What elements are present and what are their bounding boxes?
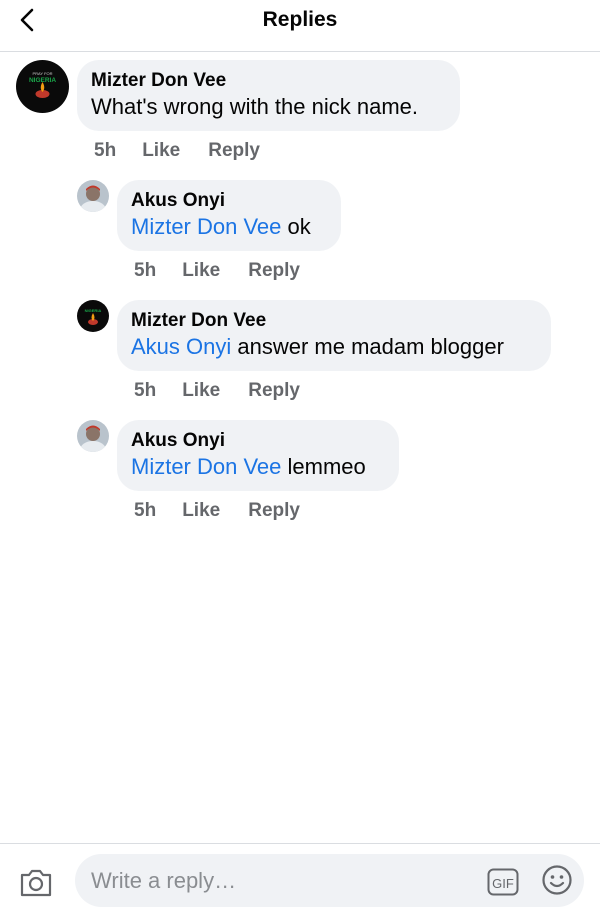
reply-button[interactable]: Reply — [248, 260, 300, 282]
comment-text: Mizter Don Vee ok — [131, 212, 323, 242]
svg-text:GIF: GIF — [492, 876, 514, 891]
gif-icon[interactable]: GIF — [487, 868, 519, 896]
timestamp: 5h — [134, 500, 157, 521]
comment-actions: 5h Like Reply — [134, 380, 300, 402]
comment-actions: 5h Like Reply — [94, 140, 260, 162]
reply-button[interactable]: Reply — [208, 140, 260, 162]
emoji-icon[interactable] — [541, 864, 573, 896]
comment-body: What's wrong with the nick name. — [91, 94, 419, 119]
reply-button[interactable]: Reply — [248, 380, 300, 402]
like-button[interactable]: Like — [182, 500, 220, 522]
avatar[interactable]: PRAY FOR NIGERIA — [16, 60, 69, 113]
top-bar: Replies — [0, 0, 600, 52]
mention-link[interactable]: Mizter Don Vee — [131, 214, 281, 239]
avatar[interactable] — [77, 180, 109, 212]
comment-body: answer me madam blogger — [231, 334, 504, 359]
comment-author[interactable]: Akus Onyi — [131, 190, 323, 212]
avatar[interactable]: NIGERIA — [77, 300, 109, 332]
comment-text: Mizter Don Vee lemmeo — [131, 452, 381, 482]
svg-text:PRAY FOR: PRAY FOR — [32, 71, 52, 76]
comment-actions: 5h Like Reply — [134, 500, 300, 522]
like-button[interactable]: Like — [182, 260, 220, 282]
comment-author[interactable]: Mizter Don Vee — [91, 70, 442, 92]
comment-body: lemmeo — [281, 454, 366, 479]
pray-for-nigeria-avatar-icon: NIGERIA — [77, 300, 109, 332]
reply-input[interactable] — [91, 854, 471, 907]
mention-link[interactable]: Akus Onyi — [131, 334, 231, 359]
user-avatar-icon — [77, 420, 109, 452]
mention-link[interactable]: Mizter Don Vee — [131, 454, 281, 479]
comment-bubble: Akus Onyi Mizter Don Vee lemmeo — [117, 420, 399, 491]
timestamp: 5h — [94, 140, 117, 161]
reply-button[interactable]: Reply — [248, 500, 300, 522]
comment-bubble: Mizter Don Vee Akus Onyi answer me madam… — [117, 300, 551, 371]
comment-bubble: Akus Onyi Mizter Don Vee ok — [117, 180, 341, 251]
svg-text:NIGERIA: NIGERIA — [85, 308, 102, 313]
pray-for-nigeria-avatar-icon: PRAY FOR NIGERIA — [16, 60, 69, 113]
comment-text: What's wrong with the nick name. — [91, 92, 442, 122]
page-title: Replies — [262, 8, 338, 31]
comment-author[interactable]: Mizter Don Vee — [131, 310, 533, 332]
timestamp: 5h — [134, 380, 157, 401]
comment-bubble: Mizter Don Vee What's wrong with the nic… — [77, 60, 460, 131]
comment-text: Akus Onyi answer me madam blogger — [131, 332, 533, 362]
reply-composer: GIF — [0, 843, 600, 910]
avatar[interactable] — [77, 420, 109, 452]
comment-actions: 5h Like Reply — [134, 260, 300, 282]
like-button[interactable]: Like — [142, 140, 180, 162]
timestamp: 5h — [134, 260, 157, 281]
camera-icon[interactable] — [18, 866, 54, 898]
comment-body: ok — [281, 214, 311, 239]
comment-author[interactable]: Akus Onyi — [131, 430, 381, 452]
reply-input-container: GIF — [75, 854, 584, 907]
user-avatar-icon — [77, 180, 109, 212]
like-button[interactable]: Like — [182, 380, 220, 402]
